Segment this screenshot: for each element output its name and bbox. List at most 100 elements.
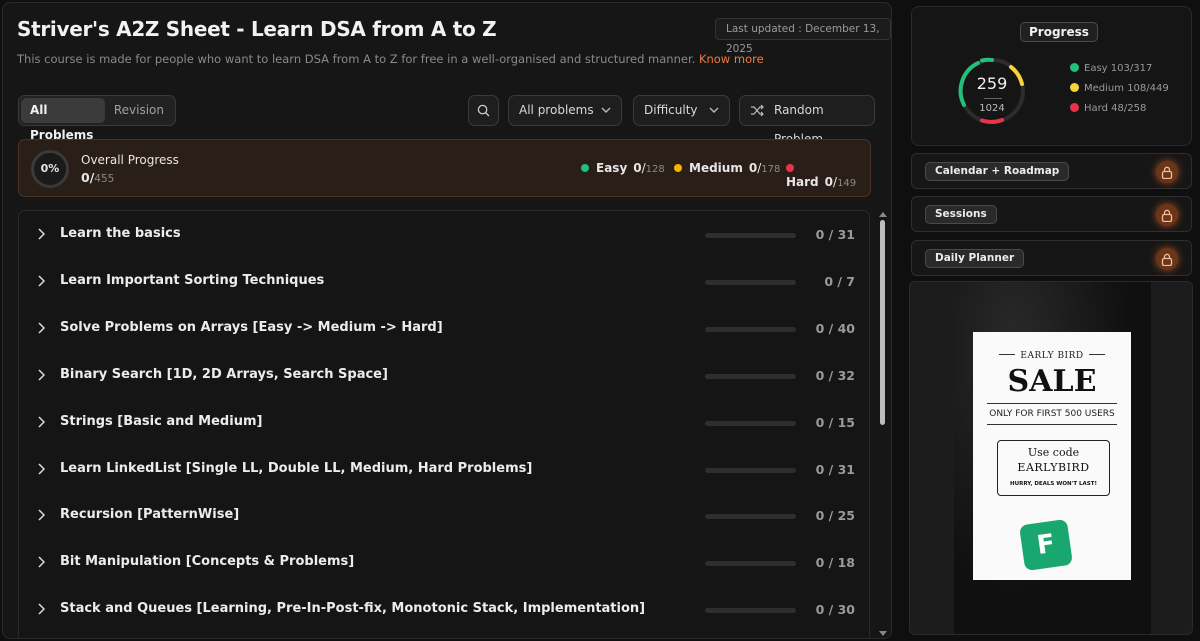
daily-planner-card[interactable]: Daily Planner	[911, 240, 1192, 276]
topic-row[interactable]: Learn the basics 0 / 31	[19, 211, 869, 257]
topic-progress-bar	[705, 327, 796, 332]
topic-progress-bar	[705, 374, 796, 379]
use-code-text: Use code	[1027, 446, 1080, 459]
chevron-right-icon	[38, 275, 45, 287]
scroll-up-arrow-icon[interactable]	[879, 212, 887, 217]
medium-dot-icon	[1070, 83, 1079, 92]
sessions-label: Sessions	[925, 205, 997, 224]
brand-logo-icon: F	[1019, 518, 1073, 572]
know-more-link[interactable]: Know more	[699, 52, 764, 66]
topic-row[interactable]: Bit Manipulation [Concepts & Problems] 0…	[19, 539, 869, 585]
subtitle-text: This course is made for people who want …	[17, 52, 696, 66]
overall-progress-card: 0% Overall Progress 0/455 Easy 0/128 Medi…	[18, 139, 871, 197]
easy-stat: Easy 0/128	[581, 161, 665, 175]
chevron-right-icon	[38, 509, 45, 521]
legend-medium-value: 108/449	[1127, 83, 1169, 94]
medium-dot-icon	[674, 164, 682, 172]
hard-total: 149	[837, 178, 857, 189]
sale-text: SALE	[1007, 364, 1097, 399]
topic-row[interactable]: Strings [Basic and Medium] 0 / 15	[19, 399, 869, 445]
page-title: Striver's A2Z Sheet - Learn DSA from A t…	[17, 17, 497, 41]
problem-filter-dropdown[interactable]: All problems	[508, 95, 622, 126]
topic-row[interactable]: Learn LinkedList [Single LL, Double LL, …	[19, 446, 869, 492]
topic-count: 0 / 31	[815, 462, 855, 477]
overall-progress-count: 0/455	[81, 170, 115, 185]
chevron-down-icon	[709, 107, 719, 113]
scroll-down-arrow-icon[interactable]	[879, 631, 887, 636]
search-button[interactable]	[468, 95, 499, 126]
gauge-divider	[984, 98, 1002, 99]
topic-count: 0 / 31	[815, 227, 855, 242]
topic-count: 0 / 32	[815, 368, 855, 383]
topic-progress-bar	[705, 468, 796, 473]
legend-easy: Easy 103/317	[1070, 63, 1152, 74]
topic-title: Bit Manipulation [Concepts & Problems]	[60, 554, 355, 569]
topic-count: 0 / 18	[815, 555, 855, 570]
difficulty-label: Difficulty	[644, 103, 698, 117]
overall-done: 0	[81, 170, 90, 185]
topic-count: 0 / 7	[824, 274, 855, 289]
topic-progress-bar	[705, 608, 796, 613]
topic-count: 0 / 30	[815, 602, 855, 617]
random-problem-button[interactable]: Random Problem	[739, 95, 875, 146]
shuffle-icon	[751, 104, 764, 117]
sessions-card[interactable]: Sessions	[911, 196, 1192, 232]
calendar-roadmap-label: Calendar + Roadmap	[925, 162, 1070, 181]
topic-title: Strings [Basic and Medium]	[60, 414, 263, 429]
easy-dot-icon	[581, 164, 589, 172]
main-panel: Striver's A2Z Sheet - Learn DSA from A t…	[2, 2, 892, 639]
legend-hard-label: Hard	[1084, 103, 1108, 114]
topic-list: Learn the basics 0 / 31 Learn Important …	[18, 210, 870, 638]
promo-banner[interactable]: EARLY BIRD SALE ONLY FOR FIRST 500 USERS…	[909, 281, 1193, 635]
chevron-right-icon	[38, 322, 45, 334]
topic-row[interactable]: Binary Search [1D, 2D Arrays, Search Spa…	[19, 352, 869, 398]
topic-row[interactable]: Stack and Queues [Learning, Pre-In-Post-…	[19, 586, 869, 632]
tab-revision[interactable]: Revision	[105, 98, 173, 123]
problem-filter-label: All problems	[519, 103, 594, 117]
page-subtitle: This course is made for people who want …	[17, 52, 764, 66]
legend-easy-label: Easy	[1084, 63, 1108, 74]
topic-row[interactable]: Learn Important Sorting Techniques 0 / 7	[19, 258, 869, 304]
topic-progress-bar	[705, 421, 796, 426]
early-bird-text: EARLY BIRD	[973, 351, 1131, 361]
medium-label: Medium	[689, 161, 743, 175]
easy-dot-icon	[1070, 63, 1079, 72]
topic-title: Learn LinkedList [Single LL, Double LL, …	[60, 461, 533, 476]
chevron-right-icon	[38, 463, 45, 475]
hard-label: Hard	[786, 175, 819, 189]
overall-progress-ring: 0%	[31, 150, 69, 188]
topic-progress-bar	[705, 561, 796, 566]
hard-stat: Hard 0/149	[786, 161, 870, 189]
topic-progress-bar	[705, 233, 796, 238]
scrollbar-thumb[interactable]	[880, 220, 885, 425]
difficulty-dropdown[interactable]: Difficulty	[633, 95, 730, 126]
progress-title: Progress	[1020, 22, 1098, 42]
progress-card: Progress 259 1024 Easy 103/317 Medium 10…	[911, 6, 1192, 146]
legend-medium: Medium 108/449	[1070, 83, 1169, 94]
coupon-ticket: Use code EARLYBIRD HURRY, DEALS WON'T LA…	[997, 440, 1110, 496]
lock-icon	[1156, 248, 1178, 270]
topic-row[interactable]: Solve Problems on Arrays [Easy -> Medium…	[19, 305, 869, 351]
last-updated-badge: Last updated : December 13, 2025	[715, 18, 891, 55]
hurry-text: HURRY, DEALS WON'T LAST!	[1010, 481, 1097, 487]
lock-icon	[1156, 161, 1178, 183]
chevron-down-icon	[601, 107, 611, 113]
hard-dot-icon	[786, 164, 794, 172]
chevron-right-icon	[38, 416, 45, 428]
topic-row[interactable]: Recursion [PatternWise] 0 / 25	[19, 492, 869, 538]
topic-title: Recursion [PatternWise]	[60, 507, 240, 522]
chevron-right-icon	[38, 603, 45, 615]
medium-total: 178	[761, 164, 781, 175]
total-count: 1024	[979, 103, 1005, 114]
topic-title: Solve Problems on Arrays [Easy -> Medium…	[60, 320, 443, 335]
tab-all-problems[interactable]: All Problems	[21, 98, 105, 142]
solved-count: 259	[976, 74, 1008, 93]
view-toggle: All Problems Revision	[18, 95, 176, 142]
lock-icon	[1156, 204, 1178, 226]
topic-title: Stack and Queues [Learning, Pre-In-Post-…	[60, 601, 646, 616]
easy-done: 0	[633, 161, 642, 175]
topic-title: Binary Search [1D, 2D Arrays, Search Spa…	[60, 367, 388, 382]
calendar-roadmap-card[interactable]: Calendar + Roadmap	[911, 153, 1192, 189]
divider	[987, 403, 1117, 404]
topic-title: Learn Important Sorting Techniques	[60, 273, 325, 288]
